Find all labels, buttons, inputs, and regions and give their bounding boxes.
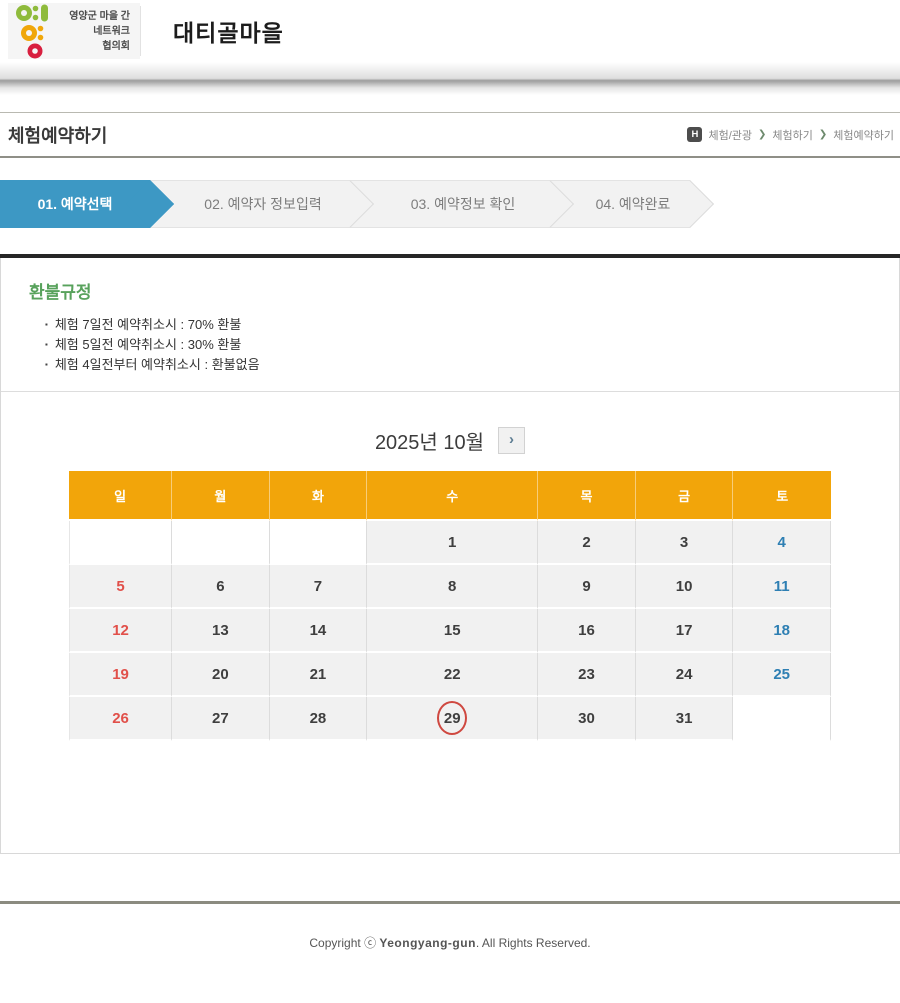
calendar-day-4[interactable]: 4 (733, 521, 831, 565)
step-tab-label: 03. 예약정보 확인 (411, 194, 516, 214)
header-shadow-band (0, 62, 900, 95)
calendar-day-header: 화 (270, 471, 368, 521)
step-tab-1[interactable]: 01. 예약선택 (0, 180, 150, 228)
calendar-day-30[interactable]: 30 (538, 697, 636, 741)
calendar-day-11[interactable]: 11 (733, 565, 831, 609)
calendar-day-header: 월 (172, 471, 270, 521)
calendar-day-6[interactable]: 6 (172, 565, 270, 609)
calendar-empty-cell (270, 521, 368, 565)
reservation-steps: 01. 예약선택 02. 예약자 정보입력 03. 예약정보 확인 04. 예약완료 (0, 180, 900, 228)
calendar-week-row: 1234 (69, 521, 831, 565)
breadcrumb-separator-icon: ❯ (819, 129, 827, 140)
calendar-day-25[interactable]: 25 (733, 653, 831, 697)
calendar-day-3[interactable]: 3 (636, 521, 734, 565)
calendar-day-header-row: 일월화수목금토 (69, 471, 831, 521)
refund-policy-item: 체험 5일전 예약취소시 : 30% 환불 (45, 335, 871, 355)
calendar-day-1[interactable]: 1 (367, 521, 538, 565)
step-tab-label: 04. 예약완료 (596, 194, 671, 214)
calendar-day-20[interactable]: 20 (172, 653, 270, 697)
calendar-day-5[interactable]: 5 (69, 565, 172, 609)
refund-policy-item: 체험 4일전부터 예약취소시 : 환불없음 (45, 355, 871, 375)
calendar-day-31[interactable]: 31 (636, 697, 734, 741)
breadcrumb-link[interactable]: 체험/관광 (708, 127, 752, 143)
page-title: 체험예약하기 (8, 122, 107, 148)
step-tab-2[interactable]: 02. 예약자 정보입력 (150, 180, 350, 228)
content-box: 환불규정 체험 7일전 예약취소시 : 70% 환불체험 5일전 예약취소시 :… (0, 258, 900, 854)
calendar-day-header: 수 (367, 471, 538, 521)
refund-policy-section: 환불규정 체험 7일전 예약취소시 : 70% 환불체험 5일전 예약취소시 :… (1, 258, 899, 392)
calendar-day-17[interactable]: 17 (636, 609, 734, 653)
calendar-day-14[interactable]: 14 (270, 609, 368, 653)
step-tab-3[interactable]: 03. 예약정보 확인 (350, 180, 550, 228)
copyright-suffix: . All Rights Reserved. (476, 936, 591, 950)
header-divider (140, 6, 141, 56)
refund-policy-item: 체험 7일전 예약취소시 : 70% 환불 (45, 315, 871, 335)
footer: Copyright ⓒ Yeongyang-gun. All Rights Re… (0, 901, 900, 951)
site-title[interactable]: 대티골마을 (173, 14, 284, 48)
calendar-table: 일월화수목금토 12345678910111213141516171819202… (69, 471, 831, 741)
calendar-day-29[interactable]: 29 (367, 697, 538, 741)
calendar-day-7[interactable]: 7 (270, 565, 368, 609)
site-header: 영양군 마을 간 네트워크 협의회 대티골마을 (0, 0, 900, 62)
calendar-day-9[interactable]: 9 (538, 565, 636, 609)
calendar-week-row: 262728 29 3031 (69, 697, 831, 741)
step-tab-label: 01. 예약선택 (38, 194, 113, 214)
step-tab-label: 02. 예약자 정보입력 (204, 194, 321, 214)
calendar-section: 2025년 10월 › 일월화수목금토 12345678910111213141… (1, 392, 899, 741)
calendar-month-title: 2025년 10월 (375, 426, 484, 455)
calendar-header: 2025년 10월 › (375, 426, 525, 455)
calendar-day-22[interactable]: 22 (367, 653, 538, 697)
breadcrumb-link[interactable]: 체험하기 (772, 127, 812, 143)
site-logo[interactable]: 영양군 마을 간 네트워크 협의회 (8, 3, 140, 59)
calendar-day-16[interactable]: 16 (538, 609, 636, 653)
calendar-day-21[interactable]: 21 (270, 653, 368, 697)
calendar-day-header: 금 (636, 471, 734, 521)
calendar-day-8[interactable]: 8 (367, 565, 538, 609)
calendar-empty-cell (733, 697, 831, 741)
selected-day-ring: 29 (437, 701, 467, 735)
logo-text-line1: 영양군 마을 간 (60, 9, 130, 24)
breadcrumb-link[interactable]: 체험예약하기 (833, 127, 894, 143)
calendar-day-15[interactable]: 15 (367, 609, 538, 653)
calendar-day-28[interactable]: 28 (270, 697, 368, 741)
calendar-day-header: 일 (69, 471, 172, 521)
calendar-day-23[interactable]: 23 (538, 653, 636, 697)
refund-policy-list: 체험 7일전 예약취소시 : 70% 환불체험 5일전 예약취소시 : 30% … (29, 315, 871, 375)
calendar-empty-cell (69, 521, 172, 565)
calendar-day-13[interactable]: 13 (172, 609, 270, 653)
home-icon[interactable]: H (687, 127, 702, 142)
calendar-week-row: 19202122232425 (69, 653, 831, 697)
breadcrumb-separator-icon: ❯ (758, 129, 766, 140)
calendar-day-10[interactable]: 10 (636, 565, 734, 609)
logo-text: 영양군 마을 간 네트워크 협의회 (60, 9, 130, 54)
calendar-empty-cell (172, 521, 270, 565)
calendar-day-2[interactable]: 2 (538, 521, 636, 565)
logo-text-line2: 네트워크 (60, 24, 130, 39)
copyright-prefix: Copyright ⓒ (309, 936, 379, 950)
next-month-button[interactable]: › (498, 427, 525, 454)
breadcrumb-items: 체험/관광 ❯ 체험하기 ❯ 체험예약하기 (708, 127, 894, 143)
calendar-day-27[interactable]: 27 (172, 697, 270, 741)
calendar-day-18[interactable]: 18 (733, 609, 831, 653)
logo-text-line3: 협의회 (60, 39, 130, 54)
network-logo-icon (14, 3, 56, 59)
calendar-day-26[interactable]: 26 (69, 697, 172, 741)
breadcrumb: H 체험/관광 ❯ 체험하기 ❯ 체험예약하기 (687, 127, 894, 143)
refund-policy-title: 환불규정 (29, 278, 871, 303)
calendar-day-header: 목 (538, 471, 636, 521)
calendar-day-12[interactable]: 12 (69, 609, 172, 653)
calendar-day-header: 토 (733, 471, 831, 521)
calendar-day-24[interactable]: 24 (636, 653, 734, 697)
calendar-day-19[interactable]: 19 (69, 653, 172, 697)
calendar-week-row: 12131415161718 (69, 609, 831, 653)
copyright-owner: Yeongyang-gun (379, 936, 476, 950)
page-title-bar: 체험예약하기 H 체험/관광 ❯ 체험하기 ❯ 체험예약하기 (0, 112, 900, 158)
calendar-week-row: 567891011 (69, 565, 831, 609)
